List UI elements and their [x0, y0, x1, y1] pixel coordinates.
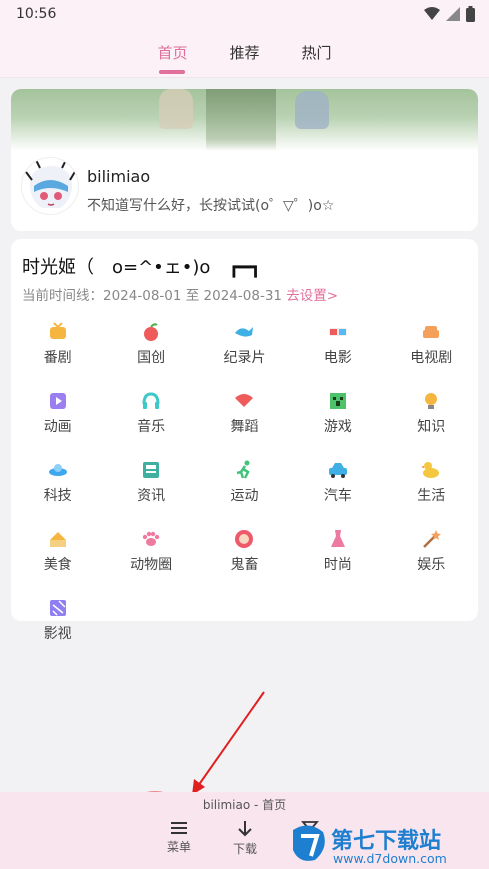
download-label: 下载: [232, 842, 257, 856]
category-item[interactable]: 科技: [11, 457, 104, 512]
category-label: 游戏: [323, 419, 352, 435]
play-icon: [47, 390, 69, 412]
category-item[interactable]: 生活: [385, 457, 478, 512]
duck-icon: [420, 459, 442, 481]
wifi-icon: [424, 7, 440, 20]
category-label: 电视剧: [410, 350, 453, 366]
timeline-range: 当前时间线：2024-08-01 至 2024-08-31 去设置>: [22, 284, 338, 304]
category-label: 科技: [43, 488, 72, 504]
category-label: 舞蹈: [230, 419, 259, 435]
profile-banner: [11, 89, 478, 151]
category-item[interactable]: 汽车: [291, 457, 384, 512]
creeper-icon: [327, 390, 349, 412]
annotation-arrow: [197, 691, 265, 787]
watermark-url: www.d7down.com: [333, 851, 447, 866]
category-item[interactable]: 知识: [385, 388, 478, 443]
status-time: 10:56: [16, 6, 57, 22]
headphones-icon: [140, 390, 162, 412]
category-item[interactable]: 资讯: [104, 457, 197, 512]
avatar[interactable]: [21, 157, 79, 215]
menu-label: 菜单: [166, 840, 191, 854]
battery-icon: [466, 6, 475, 22]
category-label: 时尚: [323, 557, 352, 573]
category-item[interactable]: 娱乐: [385, 526, 478, 581]
category-label: 生活: [417, 488, 446, 504]
tab-recommend[interactable]: 推荐: [229, 42, 259, 74]
category-label: 影视: [43, 626, 72, 642]
user-signature: 不知道写什么好，长按试试(o゜▽゜)o☆: [87, 198, 335, 214]
fan-icon: [233, 390, 255, 412]
menu-icon: [171, 822, 187, 834]
menu-button[interactable]: 菜单: [149, 820, 209, 855]
whale-icon: [233, 321, 255, 343]
timeline-title: 时光姬（ o=^•ェ•)o ┏━┓: [22, 257, 261, 278]
category-label: 知识: [417, 419, 446, 435]
category-label: 动画: [43, 419, 72, 435]
category-item[interactable]: 美食: [11, 526, 104, 581]
category-label: 资讯: [137, 488, 166, 504]
car-icon: [327, 459, 349, 481]
category-item[interactable]: 影视: [11, 595, 104, 650]
clapper-icon: [47, 597, 69, 619]
bottom-title: bilimiao - 首页: [202, 798, 287, 812]
user-card[interactable]: bilimiao 不知道写什么好，长按试试(o゜▽゜)o☆: [11, 89, 478, 231]
watermark-logo: 第七下载站 www.d7down.com: [289, 822, 481, 866]
category-label: 番剧: [43, 350, 72, 366]
category-label: 纪录片: [223, 350, 266, 366]
sofa-icon: [420, 321, 442, 343]
category-item[interactable]: 电视剧: [385, 319, 478, 374]
category-label: 汽车: [323, 488, 352, 504]
magic-wand-icon: [420, 528, 442, 550]
category-item[interactable]: 电影: [291, 319, 384, 374]
signal-icon: [446, 7, 460, 21]
category-item[interactable]: 运动: [198, 457, 291, 512]
category-item[interactable]: 动画: [11, 388, 104, 443]
news-icon: [140, 459, 162, 481]
paw-icon: [140, 528, 162, 550]
status-bar: 10:56: [0, 0, 489, 30]
category-item[interactable]: 国创: [104, 319, 197, 374]
category-item[interactable]: 时尚: [291, 526, 384, 581]
category-grid: 番剧 国创 纪录片 电影 电视剧动画 音乐 舞蹈 游戏 知识科技 资讯 运动 汽车 生活美食 动物圈 鬼畜 时…: [11, 319, 478, 650]
status-icons: [424, 6, 475, 22]
category-item[interactable]: 动物圈: [104, 526, 197, 581]
category-item[interactable]: 音乐: [104, 388, 197, 443]
category-label: 鬼畜: [230, 557, 259, 573]
category-label: 动物圈: [130, 557, 173, 573]
category-item[interactable]: 鬼畜: [198, 526, 291, 581]
category-item[interactable]: 游戏: [291, 388, 384, 443]
lightbulb-icon: [420, 390, 442, 412]
category-label: 音乐: [137, 419, 166, 435]
3d-glasses-icon: [327, 321, 349, 343]
peach-icon: [140, 321, 162, 343]
username: bilimiao: [87, 167, 151, 186]
category-label: 娱乐: [417, 557, 446, 573]
top-tabs: 首页 推荐 热门: [0, 30, 489, 78]
download-button[interactable]: 下载: [215, 820, 275, 857]
tab-popular[interactable]: 热门: [302, 42, 332, 74]
timeline-range-label: 当前时间线：2024-08-01 至 2024-08-31: [22, 288, 282, 304]
category-item[interactable]: 舞蹈: [198, 388, 291, 443]
category-label: 美食: [43, 557, 72, 573]
tab-home[interactable]: 首页: [157, 42, 187, 74]
dress-icon: [327, 528, 349, 550]
lion-icon: [233, 528, 255, 550]
category-item[interactable]: 番剧: [11, 319, 104, 374]
runner-icon: [233, 459, 255, 481]
timeline-card: 时光姬（ o=^•ェ•)o ┏━┓ 当前时间线：2024-08-01 至 202…: [11, 239, 478, 642]
cake-icon: [47, 528, 69, 550]
ufo-icon: [47, 459, 69, 481]
category-label: 电影: [323, 350, 352, 366]
category-label: 运动: [230, 488, 259, 504]
download-icon: [238, 821, 252, 837]
category-label: 国创: [137, 350, 166, 366]
set-timeline-link[interactable]: 去设置>: [286, 288, 338, 304]
tv-icon: [47, 321, 69, 343]
category-item[interactable]: 纪录片: [198, 319, 291, 374]
